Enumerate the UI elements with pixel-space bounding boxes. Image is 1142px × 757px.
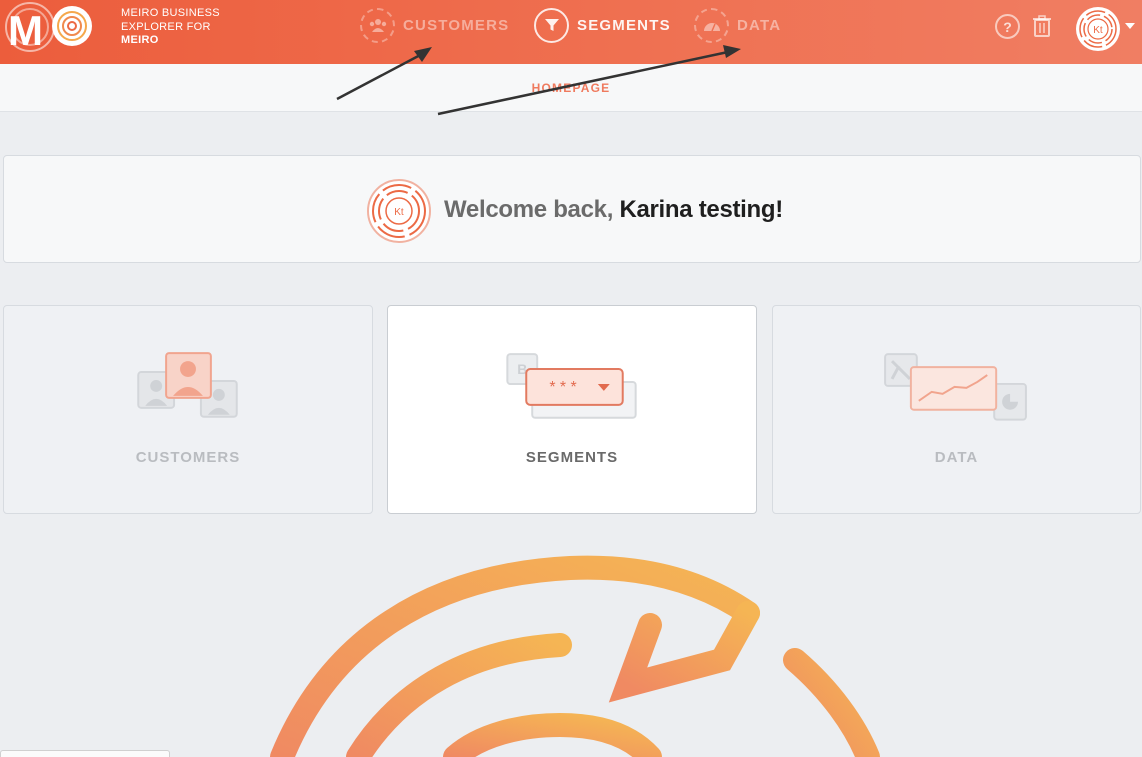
tile-customers-label: CUSTOMERS	[135, 449, 241, 466]
nav-data[interactable]: DATA	[694, 6, 781, 44]
welcome-prefix: Welcome back,	[444, 196, 620, 223]
nav-customers[interactable]: CUSTOMERS	[360, 6, 509, 44]
tile-segments-label: SEGMENTS	[525, 449, 619, 466]
help-button[interactable]: ?	[995, 14, 1020, 39]
avatar: Kt	[1079, 10, 1117, 48]
funnel-icon	[534, 7, 569, 43]
chevron-down-icon[interactable]	[1125, 23, 1135, 29]
tile-customers[interactable]: CUSTOMERS	[3, 305, 373, 514]
status-tooltip	[0, 750, 170, 757]
breadcrumb-bar: HOMEPAGE	[0, 64, 1142, 112]
app-brand-text: MEIRO BUSINESS EXPLORER FOR MEIRO	[121, 7, 220, 48]
meiro-logo[interactable]: M	[0, 0, 100, 58]
trash-icon[interactable]	[1032, 15, 1052, 37]
welcome-user-name: Karina testing!	[619, 196, 783, 223]
nav-customers-label: CUSTOMERS	[403, 16, 510, 34]
people-icon	[360, 7, 395, 43]
customers-illustration	[137, 352, 238, 418]
tile-data[interactable]: DATA	[772, 305, 1141, 514]
user-avatar-button[interactable]: Kt	[1076, 7, 1120, 51]
meiro-maze-logo	[270, 555, 880, 757]
breadcrumb[interactable]: HOMEPAGE	[0, 81, 1142, 95]
welcome-avatar: Kt	[367, 179, 431, 243]
gauge-icon	[694, 7, 729, 43]
brand-line-3: MEIRO	[121, 34, 159, 46]
avatar-initials: Kt	[1093, 25, 1103, 36]
svg-text:M: M	[8, 7, 43, 54]
segments-illustration: B * * *	[506, 353, 637, 419]
segments-illustration-text: * * *	[549, 379, 576, 396]
tile-data-label: DATA	[934, 449, 979, 466]
nav-segments[interactable]: SEGMENTS	[534, 6, 671, 44]
nav-data-label: DATA	[737, 16, 782, 34]
data-illustration	[884, 353, 1027, 421]
welcome-avatar-initials: Kt	[394, 207, 404, 218]
tile-segments[interactable]: B * * * SEGMENTS	[387, 305, 757, 514]
brand-line-2: EXPLORER FOR	[121, 20, 211, 33]
welcome-card: Kt Welcome back, Karina testing!	[3, 155, 1141, 263]
nav-segments-label: SEGMENTS	[577, 16, 671, 34]
top-navigation-bar: M MEIRO BUSINESS EXPLORER FOR MEIRO CUST…	[0, 0, 1142, 64]
brand-line-1: MEIRO BUSINESS	[121, 7, 220, 19]
welcome-message: Welcome back, Karina testing!	[444, 196, 783, 224]
